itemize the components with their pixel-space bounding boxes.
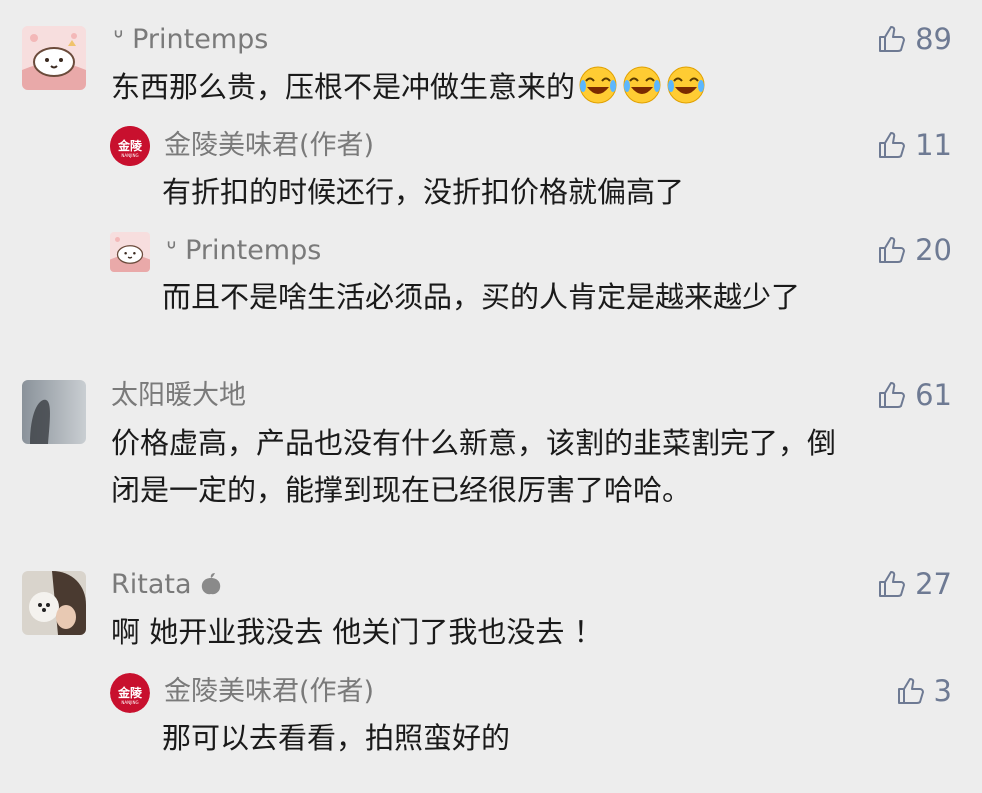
thumbs-up-icon bbox=[879, 571, 906, 597]
like-count: 89 bbox=[915, 22, 952, 56]
avatar-taiyang[interactable] bbox=[22, 380, 86, 444]
like-count: 11 bbox=[915, 128, 952, 162]
comment-text-line-2: 闭是一定的，能撑到现在已经很厉害了哈哈。 bbox=[111, 473, 692, 507]
peach-icon bbox=[200, 569, 222, 600]
reply-user-name[interactable]: ᐡ Printemps bbox=[166, 234, 321, 268]
comment-user-name[interactable]: 太阳暖大地 bbox=[111, 379, 246, 413]
comment-text-line-1: 价格虚高，产品也没有什么新意，该割的韭菜割完了，倒 bbox=[111, 426, 837, 460]
user-name-text[interactable]: Ritata bbox=[111, 569, 192, 600]
thumbs-up-icon bbox=[879, 237, 906, 263]
like-button[interactable]: 11 bbox=[877, 128, 952, 162]
like-count: 61 bbox=[915, 378, 952, 412]
avatar-author[interactable]: 金陵 NANJING bbox=[110, 126, 150, 166]
svg-text:NANJING: NANJING bbox=[121, 700, 138, 705]
comment-text: 东西那么贵，压根不是冲做生意来的 bbox=[111, 63, 707, 111]
like-count: 20 bbox=[915, 233, 952, 267]
like-count: 3 bbox=[933, 674, 952, 708]
like-button[interactable]: 61 bbox=[877, 378, 952, 412]
laugh-cry-emoji bbox=[575, 66, 619, 104]
comment-user-name[interactable]: ᐡ Printemps bbox=[113, 23, 268, 57]
like-button[interactable]: 20 bbox=[877, 233, 952, 267]
avatar-author[interactable]: 金陵 NANJING bbox=[110, 673, 150, 713]
reply-text: 有折扣的时候还行，没折扣价格就偏高了 bbox=[162, 175, 685, 209]
thumbs-up-icon bbox=[879, 382, 906, 408]
like-button[interactable]: 27 bbox=[877, 567, 952, 601]
reply-user-name[interactable]: 金陵美味君(作者) bbox=[164, 675, 374, 709]
reply-user-name[interactable]: 金陵美味君(作者) bbox=[164, 129, 374, 163]
like-button[interactable]: 3 bbox=[896, 674, 952, 708]
reply-text: 而且不是啥生活必须品，买的人肯定是越来越少了 bbox=[162, 280, 801, 314]
thumbs-up-icon bbox=[897, 678, 924, 704]
like-count: 27 bbox=[915, 567, 952, 601]
reply-text: 那可以去看看，拍照蛮好的 bbox=[162, 721, 511, 755]
like-button[interactable]: 89 bbox=[877, 22, 952, 56]
avatar-printemps[interactable] bbox=[110, 232, 150, 272]
thumbs-up-icon bbox=[879, 26, 906, 52]
avatar-printemps[interactable] bbox=[22, 26, 86, 90]
laugh-cry-emoji bbox=[663, 66, 707, 104]
laugh-cry-emoji bbox=[619, 66, 663, 104]
avatar-ritata[interactable] bbox=[22, 571, 86, 635]
svg-text:NANJING: NANJING bbox=[121, 153, 138, 158]
thumbs-up-icon bbox=[879, 132, 906, 158]
comment-text-content: 东西那么贵，压根不是冲做生意来的 bbox=[111, 70, 576, 104]
svg-text:金陵: 金陵 bbox=[117, 138, 143, 153]
comment-user-name: Ritata bbox=[111, 568, 222, 602]
svg-text:金陵: 金陵 bbox=[117, 685, 143, 700]
comment-text: 啊 她开业我没去 他关门了我也没去 ！ bbox=[111, 615, 603, 649]
